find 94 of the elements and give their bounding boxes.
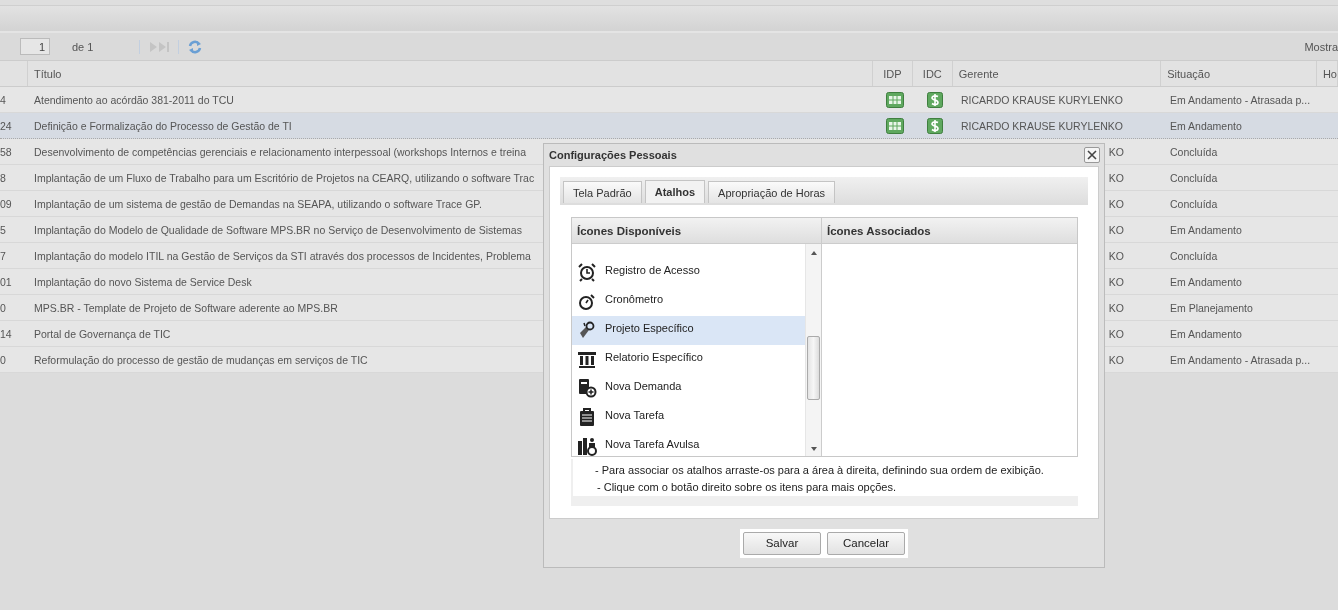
column-header: Ícones Disponíveis (572, 218, 822, 243)
table-cell: RICARDO KRAUSE KURYLENKO (961, 119, 1123, 132)
table-cell: Em Andamento - Atrasada p... (1170, 93, 1311, 106)
table-cell: KO (1108, 353, 1124, 366)
table-cell: 58 (0, 145, 12, 158)
table-cell: Concluída (1170, 197, 1218, 210)
table-cell: Reformulação do processo de gestão de mudanças em serviços de TIC (34, 353, 368, 366)
stopwatch-icon (577, 291, 597, 311)
column-header[interactable]: IDP (872, 61, 913, 86)
list-item[interactable]: Nova Tarefa (572, 403, 805, 432)
item-label: Nova Tarefa (605, 408, 665, 421)
table-cell: Em Andamento (1170, 275, 1242, 288)
column-header: Ícones Associados (826, 223, 932, 239)
table-cell: 01 (0, 275, 12, 288)
column-header[interactable]: Gerente (952, 61, 1162, 86)
table-cell: 7 (0, 249, 6, 262)
dialog-title: Configurações Pessoais (549, 149, 677, 161)
table-cell: Em Andamento (1170, 119, 1242, 132)
table-cell: 09 (0, 197, 12, 210)
table-cell: 0 (0, 301, 6, 314)
table-row[interactable]: 24 Definição e Formalização do Processo de Gestão de TI RICARDO KRAUSE KURYLENKO Em Andamento (0, 113, 1338, 139)
table-cell: KO (1108, 145, 1124, 158)
table-cell: Desenvolvimento de competências gerenciais e relacionamento interpessoal (workshops Internos e treina (34, 145, 526, 158)
list-item[interactable]: Nova Tarefa Avulsa (572, 432, 805, 456)
clipboard-icon (577, 407, 597, 427)
tab[interactable]: Apropriação de Horas (708, 181, 836, 203)
table-cell: 24 (0, 119, 12, 132)
table-cell: Implantação do novo Sistema de Service Desk (34, 275, 252, 288)
item-label: Nova Demanda (605, 379, 682, 392)
table-cell: Concluída (1170, 171, 1218, 184)
alarm-clock-icon (577, 262, 597, 282)
table-cell: 0 (0, 353, 6, 366)
table-cell: 4 (0, 93, 6, 106)
toolbar-label: Mostra (1304, 40, 1338, 53)
building-icon (577, 349, 597, 369)
table-cell: Portal de Governança de TIC (34, 327, 171, 340)
item-label: Nova Tarefa Avulsa (605, 437, 700, 450)
list-item[interactable]: Cronômetro (572, 287, 805, 316)
tab[interactable]: Atalhos (644, 180, 706, 203)
table-cell: Implantação do Modelo de Qualidade de Software MPS.BR no Serviço de Desenvolvimento de Sistemas (34, 223, 522, 236)
column-header[interactable]: Título (27, 61, 873, 86)
close-icon (1086, 149, 1098, 161)
table-cell: Concluída (1170, 249, 1218, 262)
table-cell: RICARDO KRAUSE KURYLENKO (961, 93, 1123, 106)
table-cell: MPS.BR - Template de Projeto de Software aderente ao MPS.BR (34, 301, 338, 314)
list-item[interactable]: Projeto Específico (572, 316, 805, 345)
table-cell: Atendimento ao acórdão 381-2011 do TCU (34, 93, 234, 106)
table-cell: 8 (0, 171, 6, 184)
hint-text: - Clique com o botão direito sobre os itens para mais opções. (573, 479, 1078, 496)
table-cell: KO (1108, 327, 1124, 340)
hint-text: - Para associar os atalhos arraste-os para a área à direita, definindo sua ordem de exibição. (573, 459, 1078, 479)
table-cell: Implantação do modelo ITIL na Gestão de Serviços da STI através dos processos de Incidentes, Problema (34, 249, 531, 262)
page-field[interactable]: 1 (20, 38, 50, 55)
table-cell: Definição e Formalização do Processo de Gestão de TI (34, 119, 292, 132)
document-plus-icon (577, 378, 597, 398)
close-button[interactable] (1084, 147, 1100, 163)
table-cell: Concluída (1170, 145, 1218, 158)
table-cell: Em Andamento - Atrasada p... (1170, 353, 1311, 366)
table-cell: KO (1108, 197, 1124, 210)
table-cell: Em Andamento (1170, 327, 1242, 340)
table-cell: KO (1108, 249, 1124, 262)
list-item[interactable]: Relatorio Específico (572, 345, 805, 374)
table-cell: Em Andamento (1170, 223, 1242, 236)
table-cell: KO (1108, 171, 1124, 184)
scrollbar[interactable] (805, 244, 821, 456)
column-header[interactable]: Ho (1316, 61, 1338, 86)
table-cell: KO (1108, 301, 1124, 314)
table-cell: Implantação de um Fluxo de Trabalho para um Escritório de Projetos na CEARQ, utilizando o software Trac (34, 171, 535, 184)
dialog-button[interactable]: Salvar (743, 531, 821, 555)
dialog-button[interactable]: Cancelar (827, 531, 905, 555)
item-label: Cronômetro (605, 292, 664, 305)
chart-plus-icon (577, 436, 597, 456)
scroll-down-icon (809, 446, 818, 452)
tab[interactable]: Tela Padrão (563, 181, 642, 203)
column-header[interactable]: IDC (912, 61, 953, 86)
table-cell: KO (1108, 275, 1124, 288)
page-count: de 1 (72, 40, 94, 53)
list-item[interactable]: Nova Demanda (572, 374, 805, 403)
table-icon (886, 91, 904, 108)
table-cell: Em Planejamento (1170, 301, 1253, 314)
pin-icon (577, 320, 597, 340)
item-label: Relatorio Específico (605, 350, 703, 363)
column-header[interactable]: Situação (1161, 61, 1317, 86)
table-cell: 5 (0, 223, 6, 236)
table-cell: 14 (0, 327, 12, 340)
item-label: Projeto Específico (605, 321, 694, 334)
table-icon (886, 117, 904, 134)
table-cell: KO (1108, 223, 1124, 236)
refresh-icon[interactable] (187, 38, 204, 55)
dollar-icon (927, 91, 943, 108)
scroll-thumb[interactable] (807, 336, 820, 400)
scroll-up-icon (809, 250, 818, 256)
dollar-icon (927, 117, 943, 134)
table-cell: Implantação de um sistema de gestão de Demandas na SEAPA, utilizando o software Trace GP. (34, 197, 482, 210)
